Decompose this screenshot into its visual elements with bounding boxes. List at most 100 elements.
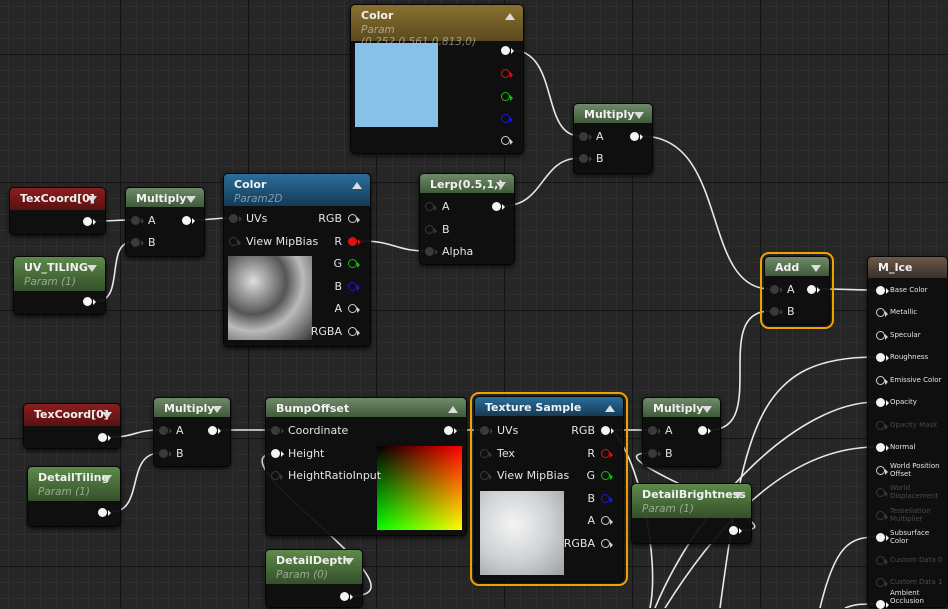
- input-pin[interactable]: [876, 488, 888, 497]
- node-header[interactable]: DetailBrightness Param (1): [632, 484, 751, 518]
- input-pin[interactable]: [425, 225, 437, 234]
- input-pin[interactable]: [648, 426, 661, 435]
- input-pin[interactable]: [271, 471, 283, 480]
- output-pin[interactable]: [807, 285, 820, 294]
- input-pin[interactable]: [876, 533, 889, 542]
- node-uv-tiling[interactable]: UV_TILING Param (1): [13, 256, 106, 315]
- input-pin[interactable]: [480, 449, 492, 458]
- input-pin[interactable]: [480, 471, 492, 480]
- output-pin[interactable]: [83, 297, 96, 306]
- output-pin[interactable]: [601, 471, 613, 480]
- output-pin[interactable]: [501, 136, 513, 145]
- node-header[interactable]: UV_TILING Param (1): [14, 257, 105, 291]
- input-pin[interactable]: [271, 426, 284, 435]
- node-lerp[interactable]: Lerp(0.5,1,) A B Alpha: [419, 173, 515, 265]
- node-multiply-top[interactable]: Multiply A B: [573, 103, 653, 174]
- output-pin[interactable]: [601, 426, 614, 435]
- input-pin[interactable]: [579, 132, 592, 141]
- node-detail-brightness[interactable]: DetailBrightness Param (1): [631, 483, 752, 544]
- output-pin[interactable]: [729, 526, 742, 535]
- expand-arrow-icon[interactable]: [733, 492, 743, 499]
- input-pin[interactable]: [229, 237, 241, 246]
- output-pin[interactable]: [348, 237, 361, 246]
- output-pin[interactable]: [348, 282, 360, 291]
- output-pin[interactable]: [501, 46, 514, 55]
- node-header[interactable]: DetailDepth Param (0): [266, 550, 362, 584]
- output-pin[interactable]: [348, 304, 360, 313]
- node-header[interactable]: Multiply: [154, 398, 230, 417]
- input-pin[interactable]: [876, 286, 889, 295]
- output-pin[interactable]: [444, 426, 457, 435]
- output-pin[interactable]: [630, 132, 643, 141]
- output-pin[interactable]: [492, 202, 505, 211]
- node-multiply-bright[interactable]: Multiply A B: [642, 397, 721, 467]
- node-color-tex2d[interactable]: Color Param2D UVs View MipBias RGB R G B A RGBA: [223, 173, 371, 347]
- node-multiply-detail[interactable]: Multiply A B: [153, 397, 231, 467]
- node-texture-sample[interactable]: Texture Sample UVs Tex View MipBias RGB R G B A R…: [470, 392, 628, 586]
- input-pin[interactable]: [579, 154, 592, 163]
- input-pin[interactable]: [876, 443, 889, 452]
- node-texcoord-bottom[interactable]: TexCoord[0]: [23, 403, 121, 449]
- input-pin[interactable]: [876, 466, 888, 475]
- output-pin[interactable]: [98, 508, 111, 517]
- expand-arrow-icon[interactable]: [702, 406, 712, 413]
- node-header[interactable]: M_Ice: [868, 257, 947, 278]
- expand-arrow-icon[interactable]: [212, 406, 222, 413]
- output-pin[interactable]: [83, 217, 96, 226]
- collapse-arrow-icon[interactable]: [505, 13, 515, 20]
- input-pin[interactable]: [131, 216, 144, 225]
- node-detail-tiling[interactable]: DetailTiling Param (1): [27, 466, 121, 527]
- input-pin[interactable]: [271, 449, 284, 458]
- node-m-ice[interactable]: M_Ice Base Color Metallic Specular Roughness…: [867, 256, 948, 609]
- output-pin[interactable]: [348, 214, 360, 223]
- input-pin[interactable]: [648, 449, 661, 458]
- expand-arrow-icon[interactable]: [186, 196, 196, 203]
- node-header[interactable]: TexCoord[0]: [10, 188, 105, 210]
- node-header[interactable]: Multiply: [643, 398, 720, 417]
- output-pin[interactable]: [501, 114, 513, 123]
- input-pin[interactable]: [876, 556, 888, 565]
- output-pin[interactable]: [340, 592, 353, 601]
- output-pin[interactable]: [698, 426, 711, 435]
- node-header[interactable]: BumpOffset: [266, 398, 466, 417]
- input-pin[interactable]: [876, 331, 888, 340]
- input-pin[interactable]: [159, 449, 172, 458]
- input-pin[interactable]: [480, 426, 493, 435]
- expand-arrow-icon[interactable]: [87, 265, 97, 272]
- output-pin[interactable]: [501, 69, 513, 78]
- node-header[interactable]: Texture Sample: [475, 397, 623, 416]
- output-pin[interactable]: [98, 433, 111, 442]
- input-pin[interactable]: [876, 511, 888, 520]
- node-header[interactable]: Multiply: [126, 188, 204, 207]
- output-pin[interactable]: [601, 494, 613, 503]
- node-bump-offset[interactable]: BumpOffset Coordinate Height HeightRatioInp…: [265, 397, 467, 536]
- input-pin[interactable]: [876, 308, 888, 317]
- node-texcoord-top[interactable]: TexCoord[0]: [9, 187, 106, 235]
- input-pin[interactable]: [229, 214, 242, 223]
- expand-arrow-icon[interactable]: [102, 475, 112, 482]
- expand-arrow-icon[interactable]: [102, 412, 112, 419]
- expand-arrow-icon[interactable]: [811, 265, 821, 272]
- output-pin[interactable]: [182, 216, 195, 225]
- collapse-arrow-icon[interactable]: [448, 406, 458, 413]
- output-pin[interactable]: [501, 92, 513, 101]
- node-add[interactable]: Add A B: [760, 252, 834, 329]
- node-header[interactable]: Multiply: [574, 104, 652, 123]
- node-header[interactable]: Color Param (0.252,0.561,0.813,0): [351, 5, 523, 48]
- input-pin[interactable]: [876, 578, 888, 587]
- node-header[interactable]: Lerp(0.5,1,): [420, 174, 514, 193]
- node-multiply-uv[interactable]: Multiply A B: [125, 187, 205, 257]
- expand-arrow-icon[interactable]: [87, 196, 97, 203]
- input-pin[interactable]: [876, 353, 889, 362]
- input-pin[interactable]: [876, 398, 889, 407]
- expand-arrow-icon[interactable]: [634, 112, 644, 119]
- node-header[interactable]: Add: [765, 257, 829, 276]
- node-detail-depth[interactable]: DetailDepth Param (0): [265, 549, 363, 608]
- input-pin[interactable]: [770, 307, 783, 316]
- expand-arrow-icon[interactable]: [496, 182, 506, 189]
- output-pin[interactable]: [208, 426, 221, 435]
- input-pin[interactable]: [770, 285, 783, 294]
- node-header[interactable]: TexCoord[0]: [24, 404, 120, 426]
- node-color-vector[interactable]: Color Param (0.252,0.561,0.813,0): [350, 4, 524, 154]
- output-pin[interactable]: [601, 516, 613, 525]
